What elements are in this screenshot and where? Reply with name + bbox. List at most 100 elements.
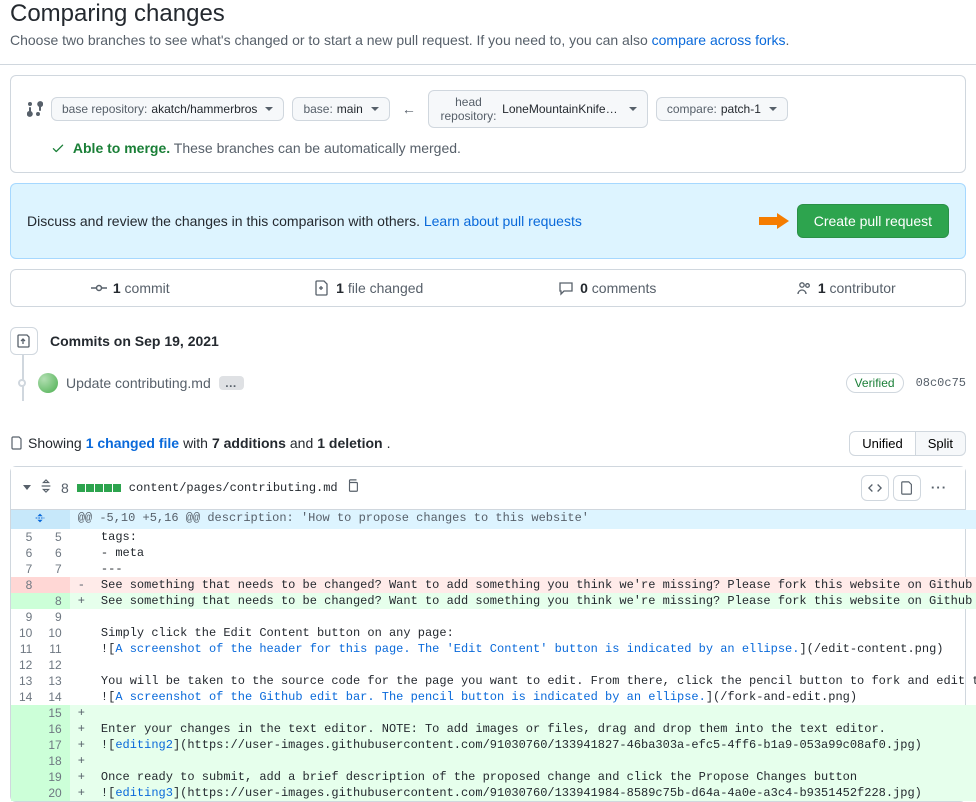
expand-hunk-button[interactable] — [11, 510, 70, 529]
old-line-num[interactable] — [11, 593, 40, 609]
diff-marker — [70, 641, 93, 657]
head-repo-value: LoneMountainKnifeCo/hamme... — [502, 102, 621, 116]
expand-all-icon[interactable] — [39, 479, 53, 496]
diffstat-blocks — [77, 484, 121, 492]
new-line-num[interactable]: 20 — [40, 785, 69, 801]
old-line-num[interactable]: 12 — [11, 657, 40, 673]
old-line-num[interactable]: 6 — [11, 545, 40, 561]
commit-expand-button[interactable]: … — [219, 376, 244, 390]
new-line-num[interactable] — [40, 577, 69, 593]
diff-table: @@ -5,10 +5,16 @@ description: 'How to p… — [11, 510, 976, 801]
new-line-num[interactable]: 6 — [40, 545, 69, 561]
base-branch-selector[interactable]: base: main — [292, 97, 389, 121]
contributors-stat[interactable]: 1 contributor — [727, 270, 966, 306]
new-line-num[interactable]: 18 — [40, 753, 69, 769]
diff-marker — [70, 609, 93, 625]
head-repo-selector[interactable]: head repository: LoneMountainKnifeCo/ham… — [428, 90, 648, 128]
commit-icon — [91, 280, 107, 296]
view-source-button[interactable] — [861, 475, 889, 501]
diff-line — [93, 705, 976, 721]
new-line-num[interactable]: 10 — [40, 625, 69, 641]
new-line-num[interactable]: 9 — [40, 609, 69, 625]
comparison-stats: 1 commit 1 file changed 0 comments 1 con… — [10, 269, 966, 307]
diff-line: See something that needs to be changed? … — [93, 593, 976, 609]
new-line-num[interactable]: 19 — [40, 769, 69, 785]
old-line-num[interactable]: 8 — [11, 577, 40, 593]
diff-marker: + — [70, 721, 93, 737]
able-to-merge-text: Able to merge. — [73, 140, 170, 156]
old-line-num[interactable]: 10 — [11, 625, 40, 641]
split-view-button[interactable]: Split — [916, 431, 966, 456]
diff-line — [93, 657, 976, 673]
new-line-num[interactable]: 17 — [40, 737, 69, 753]
diff-marker: + — [70, 737, 93, 753]
unified-view-button[interactable]: Unified — [849, 431, 915, 456]
old-line-num[interactable] — [11, 705, 40, 721]
create-pr-banner: Discuss and review the changes in this c… — [10, 183, 966, 259]
commit-title-link[interactable]: Update contributing.md — [66, 375, 211, 391]
commits-date-header: Commits on Sep 19, 2021 — [50, 333, 219, 349]
old-line-num[interactable]: 7 — [11, 561, 40, 577]
file-diff-icon — [314, 280, 330, 296]
old-line-num[interactable]: 11 — [11, 641, 40, 657]
new-line-num[interactable]: 12 — [40, 657, 69, 673]
file-path[interactable]: content/pages/contributing.md — [129, 481, 338, 495]
old-line-num[interactable]: 13 — [11, 673, 40, 689]
new-line-num[interactable]: 5 — [40, 529, 69, 545]
old-line-num[interactable]: 9 — [11, 609, 40, 625]
changed-files-link[interactable]: 1 changed file — [86, 435, 179, 451]
compare-value: patch-1 — [721, 102, 761, 116]
compare-across-forks-link[interactable]: compare across forks — [652, 32, 786, 48]
base-repo-value: akatch/hammerbros — [151, 102, 257, 116]
new-line-num[interactable]: 7 — [40, 561, 69, 577]
subtitle-period: . — [785, 32, 789, 48]
diff-line: ![editing3](https://user-images.githubus… — [93, 785, 976, 801]
commits-stat[interactable]: 1 commit — [11, 270, 250, 306]
learn-pull-requests-link[interactable]: Learn about pull requests — [424, 213, 582, 229]
file-menu-button[interactable]: ··· — [925, 475, 953, 501]
old-line-num[interactable] — [11, 737, 40, 753]
commit-sha[interactable]: 08c0c75 — [916, 376, 966, 390]
deletions-count: 1 deletion — [317, 435, 382, 451]
base-repo-selector[interactable]: base repository: akatch/hammerbros — [51, 97, 284, 121]
view-file-button[interactable] — [893, 475, 921, 501]
head-repo-label: head repository: — [439, 95, 498, 123]
new-line-num[interactable]: 14 — [40, 689, 69, 705]
comments-stat[interactable]: 0 comments — [488, 270, 727, 306]
diff-view-toggle: Unified Split — [849, 431, 966, 456]
new-line-num[interactable]: 8 — [40, 593, 69, 609]
git-compare-icon — [27, 101, 43, 117]
base-value: main — [337, 102, 363, 116]
files-changed-stat[interactable]: 1 file changed — [250, 270, 489, 306]
new-line-num[interactable]: 13 — [40, 673, 69, 689]
old-line-num[interactable]: 5 — [11, 529, 40, 545]
new-line-num[interactable]: 11 — [40, 641, 69, 657]
base-repo-label: base repository: — [62, 102, 147, 116]
diff-line — [93, 753, 976, 769]
with-text: with — [183, 435, 208, 451]
period: . — [387, 435, 391, 451]
comments-count: 0 — [580, 280, 588, 296]
old-line-num[interactable] — [11, 721, 40, 737]
diff-marker — [70, 625, 93, 641]
new-line-num[interactable]: 15 — [40, 705, 69, 721]
verified-badge[interactable]: Verified — [846, 373, 904, 393]
copy-path-button[interactable] — [346, 479, 360, 496]
create-pull-request-button[interactable]: Create pull request — [797, 204, 949, 238]
commits-count: 1 — [113, 280, 121, 296]
old-line-num[interactable] — [11, 785, 40, 801]
diff-file: 8 content/pages/contributing.md ··· @@ -… — [10, 466, 966, 802]
old-line-num[interactable]: 14 — [11, 689, 40, 705]
commits-timeline: Commits on Sep 19, 2021 Update contribut… — [10, 327, 966, 401]
commits-label: commit — [121, 280, 170, 296]
new-line-num[interactable]: 16 — [40, 721, 69, 737]
old-line-num[interactable] — [11, 753, 40, 769]
discuss-text: Discuss and review the changes in this c… — [27, 213, 424, 229]
diff-line: --- — [93, 561, 976, 577]
compare-branch-selector[interactable]: compare: patch-1 — [656, 97, 788, 121]
check-icon — [51, 142, 69, 158]
collapse-file-button[interactable] — [23, 485, 31, 490]
avatar[interactable] — [38, 373, 58, 393]
old-line-num[interactable] — [11, 769, 40, 785]
people-icon — [796, 280, 812, 296]
